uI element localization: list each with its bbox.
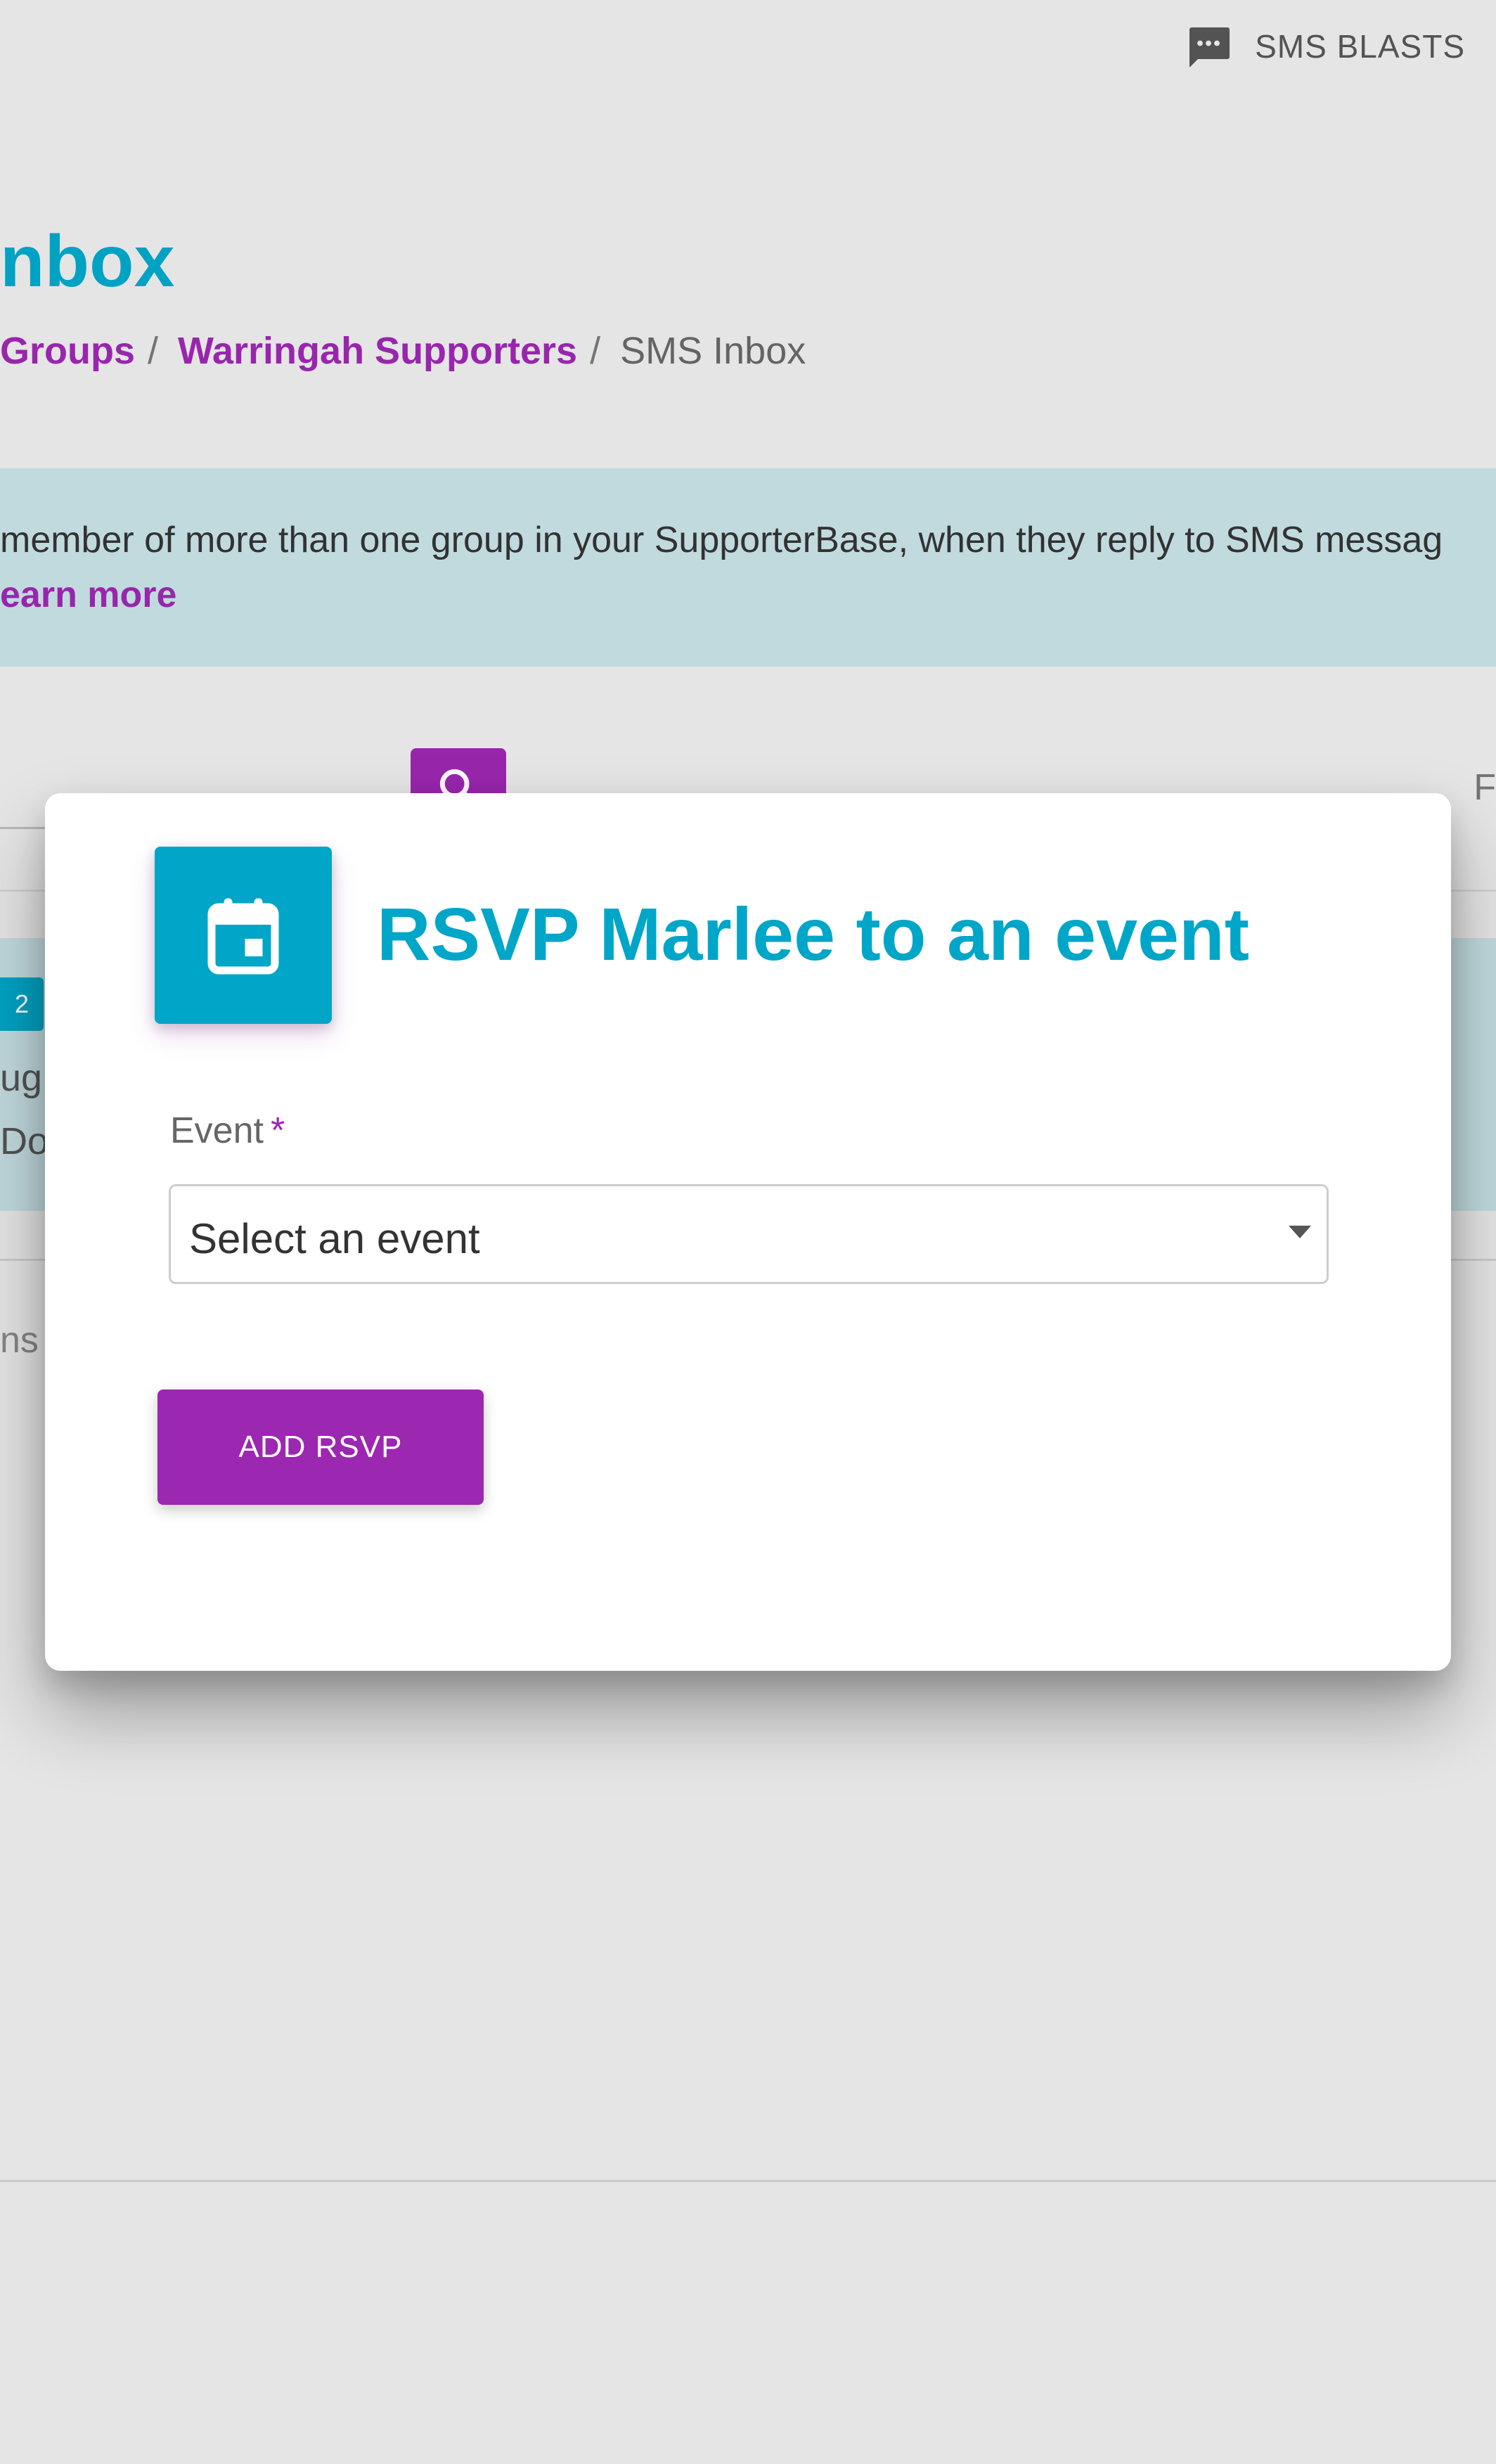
modal-icon-container	[155, 847, 332, 1024]
event-field-label: Event *	[170, 1110, 285, 1152]
modal-title: RSVP Marlee to an event	[377, 893, 1250, 976]
event-label-text: Event	[170, 1110, 264, 1151]
rsvp-modal: RSVP Marlee to an event Event * Select an…	[45, 793, 1451, 1671]
required-marker: *	[270, 1110, 285, 1151]
calendar-icon	[207, 898, 279, 975]
add-rsvp-button[interactable]: ADD RSVP	[157, 1390, 484, 1505]
event-select-value: Select an event	[189, 1215, 480, 1262]
event-select[interactable]: Select an event	[169, 1184, 1329, 1284]
chevron-down-icon	[1289, 1226, 1311, 1238]
